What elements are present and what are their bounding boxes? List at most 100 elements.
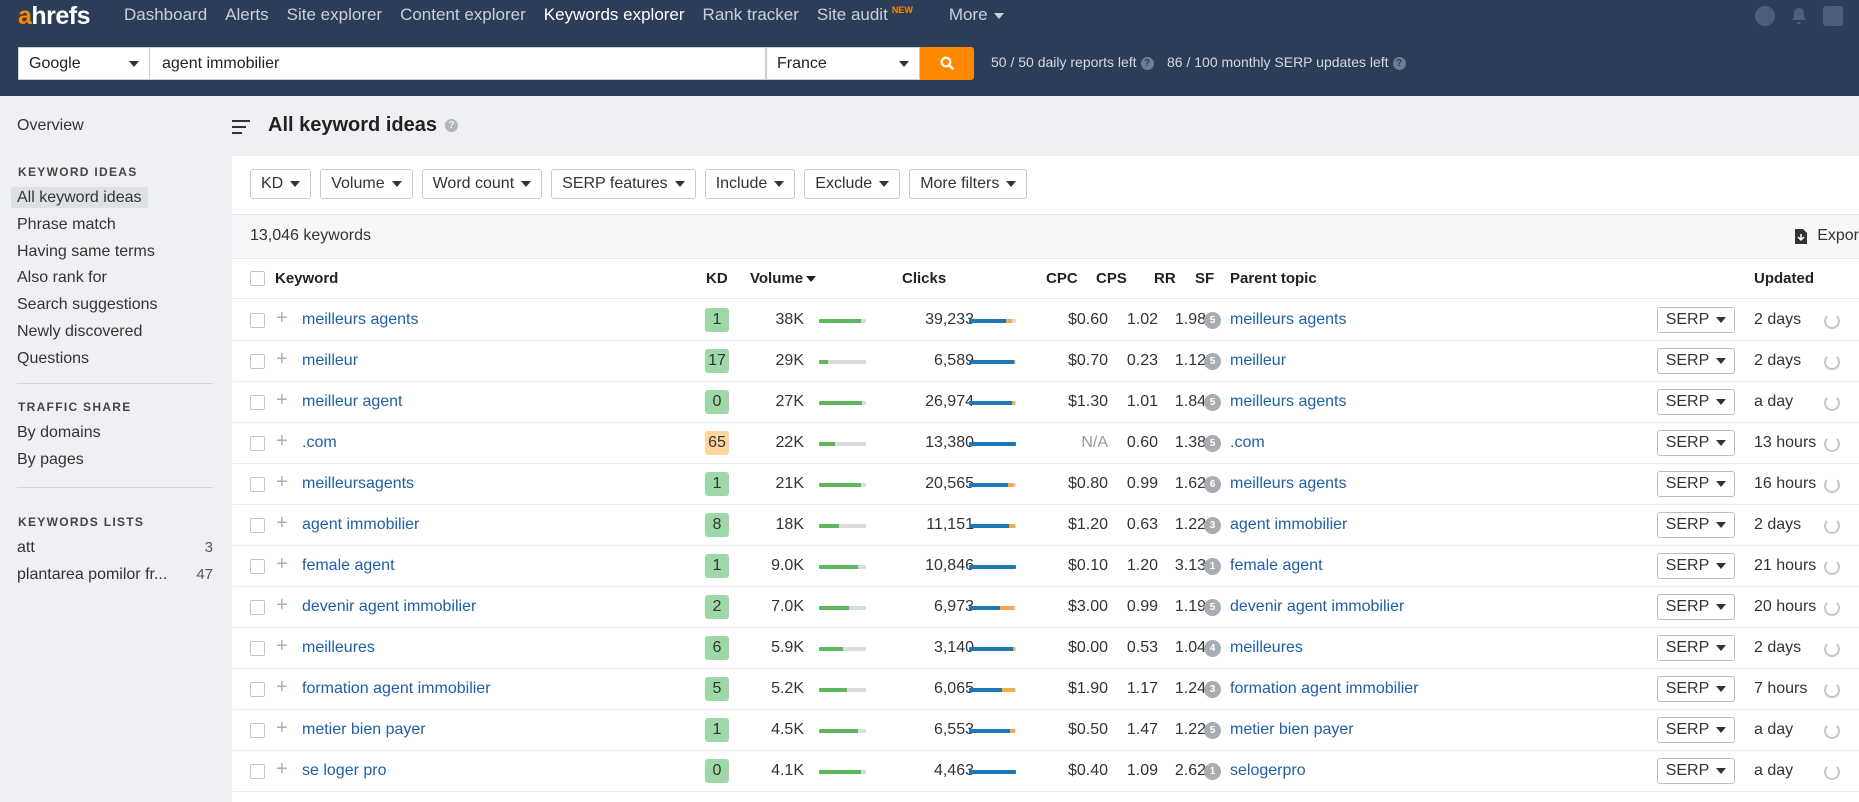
col-sf[interactable]: SF: [1195, 270, 1214, 287]
help-icon[interactable]: ?: [1140, 56, 1154, 70]
refresh-icon[interactable]: [1824, 518, 1840, 534]
row-checkbox[interactable]: [250, 641, 265, 656]
serp-features-count[interactable]: 5: [1204, 435, 1221, 452]
serp-button[interactable]: SERP: [1657, 471, 1735, 497]
parent-topic-link[interactable]: formation agent immobilier: [1230, 680, 1419, 698]
add-to-list-icon[interactable]: +: [276, 471, 288, 494]
ahrefs-logo[interactable]: ahrefs: [18, 2, 91, 31]
parent-topic-link[interactable]: female agent: [1230, 557, 1323, 575]
search-button[interactable]: [920, 47, 974, 80]
row-checkbox[interactable]: [250, 559, 265, 574]
refresh-icon[interactable]: [1824, 436, 1840, 452]
nav-dashboard[interactable]: Dashboard: [124, 5, 207, 25]
row-checkbox[interactable]: [250, 313, 265, 328]
serp-button[interactable]: SERP: [1657, 676, 1735, 702]
refresh-icon[interactable]: [1824, 477, 1840, 493]
keyword-link[interactable]: se loger pro: [302, 762, 387, 780]
row-checkbox[interactable]: [250, 723, 265, 738]
sidebar-item-newly-discovered[interactable]: Newly discovered: [17, 323, 142, 341]
keyword-link[interactable]: meilleur: [302, 352, 358, 370]
nav-site-explorer[interactable]: Site explorer: [287, 5, 382, 25]
col-cpc[interactable]: CPC: [1046, 270, 1078, 287]
refresh-icon[interactable]: [1824, 764, 1840, 780]
add-to-list-icon[interactable]: +: [276, 512, 288, 535]
serp-button[interactable]: SERP: [1657, 430, 1735, 456]
sidebar-list-att[interactable]: att 3: [17, 539, 213, 557]
add-to-list-icon[interactable]: +: [276, 430, 288, 453]
sidebar-list-plantarea[interactable]: plantarea pomilor fr... 47: [17, 566, 213, 584]
serp-button[interactable]: SERP: [1657, 594, 1735, 620]
keyword-link[interactable]: meilleur agent: [302, 393, 403, 411]
col-clicks[interactable]: Clicks: [902, 270, 946, 287]
row-checkbox[interactable]: [250, 764, 265, 779]
account-icon[interactable]: [1823, 6, 1843, 26]
col-volume[interactable]: Volume: [750, 270, 817, 287]
sidebar-item-also-rank-for[interactable]: Also rank for: [17, 269, 107, 287]
sidebar-item-phrase-match[interactable]: Phrase match: [17, 216, 116, 234]
row-checkbox[interactable]: [250, 600, 265, 615]
help-icon[interactable]: ?: [1392, 56, 1406, 70]
row-checkbox[interactable]: [250, 477, 265, 492]
filter-include[interactable]: Include: [704, 169, 796, 199]
refresh-icon[interactable]: [1824, 395, 1840, 411]
refresh-icon[interactable]: [1824, 641, 1840, 657]
serp-button[interactable]: SERP: [1657, 348, 1735, 374]
nav-more[interactable]: More: [949, 5, 1022, 25]
export-button[interactable]: Expor: [1795, 227, 1859, 245]
nav-site-audit[interactable]: Site audit NEW: [817, 5, 931, 25]
nav-content-explorer[interactable]: Content explorer: [400, 5, 526, 25]
keyword-link[interactable]: agent immobilier: [302, 516, 419, 534]
parent-topic-link[interactable]: meilleures: [1230, 639, 1303, 657]
col-rr[interactable]: RR: [1154, 270, 1176, 287]
parent-topic-link[interactable]: meilleur: [1230, 352, 1286, 370]
add-to-list-icon[interactable]: +: [276, 676, 288, 699]
filter-more[interactable]: More filters: [909, 169, 1028, 199]
sidebar-item-questions[interactable]: Questions: [17, 350, 89, 368]
col-updated[interactable]: Updated: [1754, 270, 1814, 287]
serp-button[interactable]: SERP: [1657, 758, 1735, 784]
filter-word-count[interactable]: Word count: [421, 169, 543, 199]
serp-button[interactable]: SERP: [1657, 717, 1735, 743]
keyword-link[interactable]: meilleures: [302, 639, 375, 657]
add-to-list-icon[interactable]: +: [276, 389, 288, 412]
serp-features-count[interactable]: 5: [1204, 722, 1221, 739]
keyword-search-input[interactable]: [150, 47, 766, 80]
add-to-list-icon[interactable]: +: [276, 635, 288, 658]
refresh-icon[interactable]: [1824, 723, 1840, 739]
serp-features-count[interactable]: 5: [1204, 599, 1221, 616]
parent-topic-link[interactable]: agent immobilier: [1230, 516, 1347, 534]
sidebar-item-having-same-terms[interactable]: Having same terms: [17, 243, 155, 261]
row-checkbox[interactable]: [250, 518, 265, 533]
serp-features-count[interactable]: 6: [1204, 476, 1221, 493]
parent-topic-link[interactable]: meilleurs agents: [1230, 393, 1347, 411]
keyword-link[interactable]: meilleursagents: [302, 475, 414, 493]
keyword-link[interactable]: metier bien payer: [302, 721, 426, 739]
col-cps[interactable]: CPS: [1096, 270, 1127, 287]
keyword-link[interactable]: devenir agent immobilier: [302, 598, 476, 616]
col-parent-topic[interactable]: Parent topic: [1230, 270, 1317, 287]
row-checkbox[interactable]: [250, 395, 265, 410]
parent-topic-link[interactable]: meilleurs agents: [1230, 475, 1347, 493]
filter-kd[interactable]: KD: [250, 169, 312, 199]
serp-features-count[interactable]: 5: [1204, 312, 1221, 329]
parent-topic-link[interactable]: .com: [1230, 434, 1265, 452]
serp-button[interactable]: SERP: [1657, 307, 1735, 333]
sidebar-item-overview[interactable]: Overview: [17, 117, 84, 135]
row-checkbox[interactable]: [250, 682, 265, 697]
serp-features-count[interactable]: 5: [1204, 394, 1221, 411]
refresh-icon[interactable]: [1824, 600, 1840, 616]
col-kd[interactable]: KD: [706, 270, 728, 287]
refresh-icon[interactable]: [1824, 559, 1840, 575]
search-engine-select[interactable]: Google: [18, 47, 150, 80]
serp-features-count[interactable]: 1: [1204, 558, 1221, 575]
row-checkbox[interactable]: [250, 436, 265, 451]
sidebar-item-by-domains[interactable]: By domains: [17, 424, 101, 442]
keyword-link[interactable]: .com: [302, 434, 337, 452]
serp-button[interactable]: SERP: [1657, 635, 1735, 661]
menu-icon[interactable]: [232, 120, 250, 134]
add-to-list-icon[interactable]: +: [276, 553, 288, 576]
parent-topic-link[interactable]: devenir agent immobilier: [1230, 598, 1404, 616]
help-icon[interactable]: [1755, 6, 1775, 26]
row-checkbox[interactable]: [250, 354, 265, 369]
nav-rank-tracker[interactable]: Rank tracker: [703, 5, 799, 25]
